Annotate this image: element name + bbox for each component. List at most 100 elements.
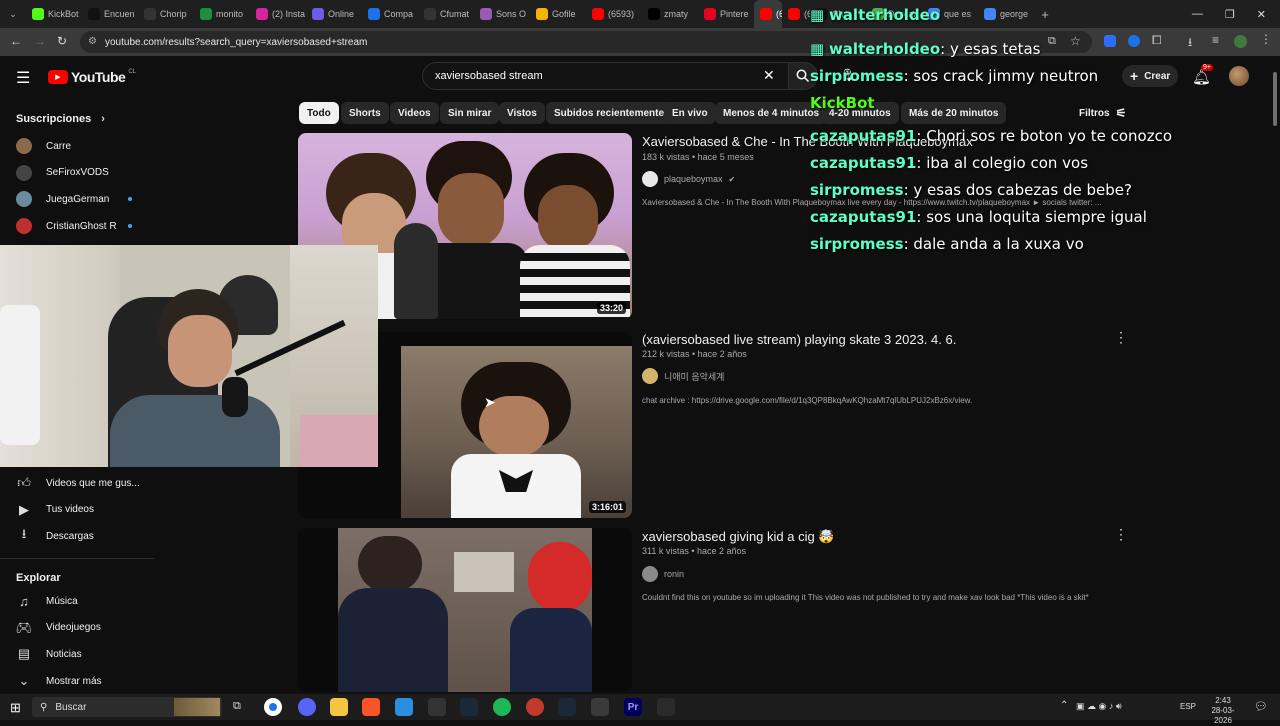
browser-tab[interactable]: Encuen xyxy=(82,0,138,28)
tab-search-button[interactable]: ⌄ xyxy=(0,0,26,28)
filter-chip[interactable]: Vistos xyxy=(499,102,545,124)
extensions-puzzle-icon[interactable]: ⧠ xyxy=(1152,33,1162,48)
sidebar-item[interactable]: 👍︎ Videos que me gus... xyxy=(16,473,156,493)
task-view-icon[interactable]: ⧉ xyxy=(233,700,241,713)
filters-button[interactable]: Filtros ⚟ xyxy=(1079,106,1126,120)
premiere-taskbar-icon[interactable]: Pr xyxy=(624,698,642,716)
steam-taskbar-icon[interactable] xyxy=(460,698,478,716)
duration-badge: 33:20 xyxy=(596,302,626,314)
file-explorer-taskbar-icon[interactable] xyxy=(330,698,348,716)
steam-taskbar-icon[interactable] xyxy=(558,698,576,716)
sidebar-item[interactable]: ▶ Tus videos xyxy=(16,500,156,520)
page-scrollbar[interactable] xyxy=(1272,62,1278,692)
store-taskbar-icon[interactable] xyxy=(395,698,413,716)
reading-list-icon[interactable]: ≡ xyxy=(1212,33,1219,47)
language-indicator[interactable]: ESP xyxy=(1180,702,1196,711)
minimize-icon[interactable]: — xyxy=(1192,8,1203,21)
notification-center-icon[interactable]: 💬︎ xyxy=(1254,700,1268,713)
browser-tab[interactable]: Pintere xyxy=(698,0,754,28)
browser-tab[interactable]: Cfumat xyxy=(418,0,474,28)
subscriptions-heading[interactable]: Suscripciones › xyxy=(16,113,105,125)
subscription-item[interactable]: JuegaGerman xyxy=(16,189,156,209)
more-actions-icon[interactable]: ⋮ xyxy=(1114,526,1128,543)
subscription-item[interactable]: SeFiroxVODS xyxy=(16,163,156,183)
epic-games-taskbar-icon[interactable] xyxy=(657,698,675,716)
browser-tab[interactable]: zmaty xyxy=(642,0,698,28)
downloads-icon[interactable]: ⭳ xyxy=(1188,33,1192,54)
video-title[interactable]: xaviersobased giving kid a cig 🤯 xyxy=(642,529,835,545)
sidebar-item[interactable]: ▤ Noticias xyxy=(16,644,156,664)
discord-taskbar-icon[interactable] xyxy=(298,698,316,716)
channel-link[interactable]: ronin xyxy=(642,566,684,582)
sidebar-item[interactable]: ♫ Música xyxy=(16,591,156,611)
install-app-icon[interactable]: ⧉ xyxy=(1048,35,1056,48)
browser-tab[interactable]: Chorip xyxy=(138,0,194,28)
filter-chip[interactable]: Videos xyxy=(390,102,439,124)
browser-tab[interactable]: monito xyxy=(194,0,250,28)
hamburger-menu-icon[interactable]: ☰ xyxy=(16,68,30,88)
browser-tab[interactable]: (6 xyxy=(782,0,810,28)
mouse-cursor-icon: ➤ xyxy=(484,394,496,410)
back-icon[interactable]: ← xyxy=(10,34,22,48)
sidebar-item[interactable]: 🎮︎ Videojuegos xyxy=(16,618,156,638)
more-actions-icon[interactable]: ⋮ xyxy=(1114,329,1128,346)
sidebar-item[interactable]: ⌄ Mostrar más xyxy=(16,671,156,691)
browser-tab[interactable]: george xyxy=(978,0,1034,28)
browser-tab[interactable]: Online xyxy=(306,0,362,28)
obs-taskbar-icon[interactable] xyxy=(428,698,446,716)
youtube-logo[interactable]: ▶ YouTube CL xyxy=(48,69,136,85)
new-tab-button[interactable]: + xyxy=(1034,0,1056,28)
spotify-taskbar-icon[interactable] xyxy=(493,698,511,716)
create-button[interactable]: + Crear xyxy=(1122,65,1179,87)
site-info-icon[interactable]: ⚙ xyxy=(88,36,97,47)
app-taskbar-icon[interactable] xyxy=(591,698,609,716)
filter-chip[interactable]: Sin mirar xyxy=(440,102,500,124)
video-thumbnail[interactable] xyxy=(298,528,632,692)
forward-icon[interactable]: → xyxy=(34,34,46,48)
sidebar-item[interactable]: ⭳ Descargas xyxy=(16,526,156,546)
extension-icon[interactable] xyxy=(1104,35,1116,47)
tab-favicon-icon xyxy=(788,8,800,20)
filter-chip[interactable]: Más de 20 minutos xyxy=(901,102,1007,124)
chevron-up-icon[interactable]: ⌃ xyxy=(1060,700,1068,711)
taskbar-search-box[interactable]: ⚲ Buscar xyxy=(32,697,222,717)
close-icon[interactable]: ✕ xyxy=(1257,8,1266,21)
extension-icon[interactable] xyxy=(1128,35,1140,47)
browser-menu-icon[interactable]: ⋮ xyxy=(1260,32,1272,46)
chrome-taskbar-icon[interactable] xyxy=(264,698,282,716)
brave-taskbar-icon[interactable] xyxy=(362,698,380,716)
clear-search-icon[interactable]: ✕ xyxy=(763,67,775,84)
maximize-icon[interactable]: ❐ xyxy=(1225,8,1235,21)
subscription-item[interactable]: Carre xyxy=(16,136,156,156)
chat-text: iba al colegio con vos xyxy=(926,154,1089,172)
app-taskbar-icon[interactable] xyxy=(526,698,544,716)
search-input[interactable]: xaviersobased stream ✕ xyxy=(422,62,788,90)
browser-tab[interactable]: (2) Insta xyxy=(250,0,306,28)
browser-tab[interactable]: KickBot xyxy=(26,0,82,28)
filter-chip[interactable]: En vivo xyxy=(664,102,716,124)
notifications-button[interactable]: 🔔︎ 9+ xyxy=(1192,64,1213,87)
subscription-item[interactable]: CristianGhost R xyxy=(16,216,156,236)
browser-tab[interactable]: (6 xyxy=(754,0,782,28)
bookmark-star-icon[interactable]: ☆ xyxy=(1070,34,1081,48)
filter-chip[interactable]: Subidos recientemente xyxy=(546,102,673,124)
browser-tab[interactable]: Sons O xyxy=(474,0,530,28)
browser-tab[interactable]: Compa xyxy=(362,0,418,28)
reload-icon[interactable]: ↻ xyxy=(57,34,67,48)
filter-chip[interactable]: Shorts xyxy=(341,102,389,124)
profile-avatar[interactable] xyxy=(1234,35,1247,48)
news-icon: ▤ xyxy=(17,646,31,662)
browser-tab[interactable]: Gofile xyxy=(530,0,586,28)
scrollbar-thumb[interactable] xyxy=(1273,72,1277,126)
browser-tab[interactable]: (6593) xyxy=(586,0,642,28)
tray-icons[interactable]: ▣ ☁ ◉ ♪ 🔊︎ xyxy=(1076,701,1122,712)
channel-link[interactable]: 니애미 음악세계 xyxy=(642,368,724,384)
taskbar-clock[interactable]: 2:43 28-03-2026 xyxy=(1203,696,1243,726)
chat-badge-icon: ▦ xyxy=(810,6,829,24)
windows-start-icon[interactable]: ⊞ xyxy=(10,700,21,716)
channel-link[interactable]: plaqueboymax ✔ xyxy=(642,171,735,187)
channel-avatar xyxy=(642,171,658,187)
video-title[interactable]: (xaviersobased live stream) playing skat… xyxy=(642,332,956,347)
account-avatar[interactable] xyxy=(1229,66,1249,86)
filter-chip[interactable]: Todo xyxy=(299,102,339,124)
